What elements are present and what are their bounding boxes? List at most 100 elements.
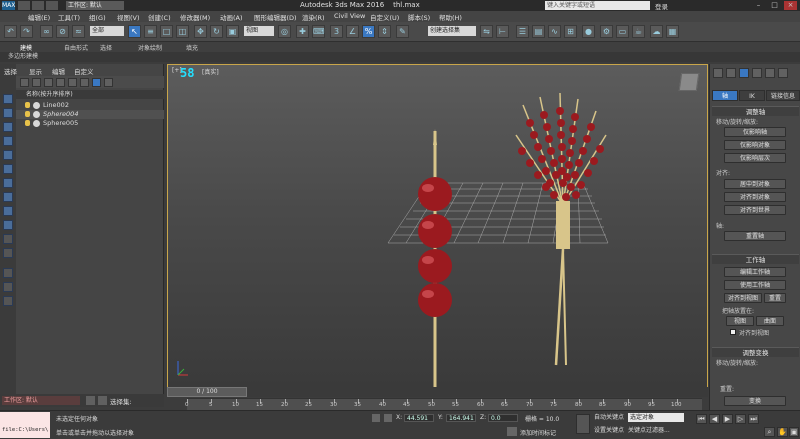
a360-gallery-icon[interactable]: ▦ [666, 25, 679, 38]
layers-icon[interactable] [86, 396, 95, 405]
go-to-start-icon[interactable]: ⏮ [696, 414, 707, 424]
absolute-mode-icon[interactable] [384, 414, 392, 422]
ref-coord-dropdown[interactable]: 视图 [244, 26, 274, 36]
menu-civil-view[interactable]: Civil View [334, 12, 365, 20]
hierarchy-icon[interactable] [68, 78, 77, 87]
bind-space-warp-icon[interactable]: ≈ [72, 25, 85, 38]
use-working-pivot-button[interactable]: 使用工作轴 [724, 280, 786, 290]
render-setup-icon[interactable]: ⚙ [600, 25, 613, 38]
window-crossing-icon[interactable]: ◫ [176, 25, 189, 38]
rollout-working-pivot[interactable]: 工作轴 [712, 254, 799, 264]
layer-manager-icon[interactable]: ☰ [516, 25, 529, 38]
lock-selection-icon[interactable] [372, 414, 380, 422]
set-key-icon[interactable] [576, 414, 590, 434]
time-slider[interactable]: 0 / 100 [167, 387, 708, 397]
menu-group[interactable]: 组(G) [89, 12, 106, 22]
z-coordinate-field[interactable]: 0.0 [488, 414, 518, 422]
track-bar[interactable]: 0 5 10 15 20 25 30 35 40 45 50 55 60 65 … [185, 398, 702, 410]
reset-transform-button[interactable]: 变换 [724, 396, 786, 406]
minimize-icon[interactable]: – [752, 1, 765, 10]
list-item[interactable]: Sphere004 [16, 110, 164, 119]
filter-helpers-icon[interactable] [3, 150, 13, 160]
auto-key-button[interactable]: 自动关键点 [594, 413, 624, 422]
edit-named-sel-icon[interactable]: ✎ [396, 25, 409, 38]
ribbon-panel-label[interactable]: 多边形建模 [0, 52, 800, 62]
explorer-menu-display[interactable]: 显示 [29, 66, 42, 76]
maxscript-listener[interactable]: file:C:\Users\ [0, 412, 50, 438]
align-to-view-button[interactable]: 对齐到视图 [724, 293, 762, 303]
undo-icon[interactable]: ↶ [4, 25, 17, 38]
filter-cameras-icon[interactable] [3, 136, 13, 146]
filter-hidden-icon[interactable] [3, 248, 13, 258]
align-icon[interactable]: ⊢ [496, 25, 509, 38]
material-editor-icon[interactable]: ● [582, 25, 595, 38]
search-input[interactable]: 键入关键字或短语 [545, 1, 650, 10]
keyboard-shortcut-icon[interactable]: ⌨ [312, 25, 325, 38]
x-coordinate-field[interactable]: 44.591 [404, 414, 434, 422]
menu-modifiers[interactable]: 修改器(M) [180, 12, 210, 22]
selection-filter-dropdown[interactable]: 全部 [90, 26, 124, 36]
center-to-object-button[interactable]: 居中到对象 [724, 179, 786, 189]
manipulate-icon[interactable]: ✚ [296, 25, 309, 38]
open-file-icon[interactable] [32, 1, 44, 10]
next-frame-icon[interactable]: ▷ [735, 414, 746, 424]
go-to-end-icon[interactable]: ⏭ [748, 414, 759, 424]
menu-customize[interactable]: 自定义(U) [370, 12, 399, 22]
create-tab-icon[interactable] [713, 68, 723, 78]
menu-views[interactable]: 视图(V) [117, 12, 140, 22]
graphite-toggle-icon[interactable]: ▤ [532, 25, 545, 38]
find-icon[interactable] [32, 78, 41, 87]
modify-tab-icon[interactable] [726, 68, 736, 78]
workspace-dropdown[interactable]: 工作区: 默认 [66, 1, 124, 10]
tab-link-info[interactable]: 链接信息 [766, 90, 800, 101]
filter-spacewarps-icon[interactable] [3, 164, 13, 174]
tab-selection[interactable]: 选择 [100, 43, 112, 52]
menu-graph-editors[interactable]: 图形编辑器(D) [254, 12, 297, 22]
scale-icon[interactable]: ▣ [226, 25, 239, 38]
reset-pivot-button[interactable]: 重置轴 [724, 231, 786, 241]
place-view-button[interactable]: 视图 [726, 316, 754, 326]
named-selection-dropdown[interactable]: 创建选择集 [428, 26, 476, 36]
menu-edit[interactable]: 编辑(E) [28, 12, 50, 22]
key-mode-dropdown[interactable]: 选定对象 [628, 413, 684, 422]
pivot-center-icon[interactable]: ◎ [278, 25, 291, 38]
tab-ik[interactable]: IK [739, 90, 765, 101]
tab-modeling[interactable]: 建模 [20, 43, 32, 52]
layer-explorer-icon[interactable] [56, 78, 65, 87]
rect-selection-icon[interactable]: □ [160, 25, 173, 38]
place-surface-button[interactable]: 曲面 [756, 316, 784, 326]
align-to-view-checkbox[interactable] [730, 329, 736, 335]
perspective-viewport[interactable]: [+] 58 [真实] [167, 64, 708, 390]
edit-working-pivot-button[interactable]: 编辑工作轴 [724, 267, 786, 277]
motion-tab-icon[interactable] [752, 68, 762, 78]
sort-icon[interactable] [20, 78, 29, 87]
menu-create[interactable]: 创建(C) [148, 12, 171, 22]
tab-freeform[interactable]: 自由形式 [64, 43, 88, 52]
key-filters-button[interactable]: 关键点过滤器... [628, 426, 670, 435]
options-icon[interactable] [104, 78, 113, 87]
explorer-menu-select[interactable]: 选择 [4, 66, 17, 76]
list-item[interactable]: Line002 [16, 101, 164, 110]
selection-set-icon[interactable] [98, 396, 107, 405]
add-time-tag-icon[interactable] [507, 427, 517, 436]
filter-groups-icon[interactable] [3, 178, 13, 188]
align-to-object-button[interactable]: 对齐到对象 [724, 192, 786, 202]
list-item[interactable]: Sphere005 [16, 119, 164, 128]
menu-rendering[interactable]: 渲染(R) [302, 12, 325, 22]
affect-object-only-button[interactable]: 仅影响对象 [724, 140, 786, 150]
set-key-button[interactable]: 设置关键点 [594, 426, 624, 435]
filter-frozen-icon[interactable] [3, 234, 13, 244]
maximize-viewport-icon[interactable]: ▣ [789, 427, 799, 437]
unlink-icon[interactable]: ⊘ [56, 25, 69, 38]
select-by-name-icon[interactable]: ≡ [144, 25, 157, 38]
save-file-icon[interactable] [46, 1, 58, 10]
affect-hierarchy-only-button[interactable]: 仅影响层次 [724, 153, 786, 163]
filter-lights-icon[interactable] [3, 122, 13, 132]
filter-containers-icon[interactable] [3, 220, 13, 230]
move-icon[interactable]: ✥ [194, 25, 207, 38]
close-icon[interactable]: × [784, 1, 797, 10]
add-time-tag[interactable]: 添加时间标记 [520, 428, 556, 437]
hierarchy-tab-icon[interactable] [739, 68, 749, 78]
redo-icon[interactable]: ↷ [20, 25, 33, 38]
filter-none-icon[interactable] [3, 282, 13, 292]
